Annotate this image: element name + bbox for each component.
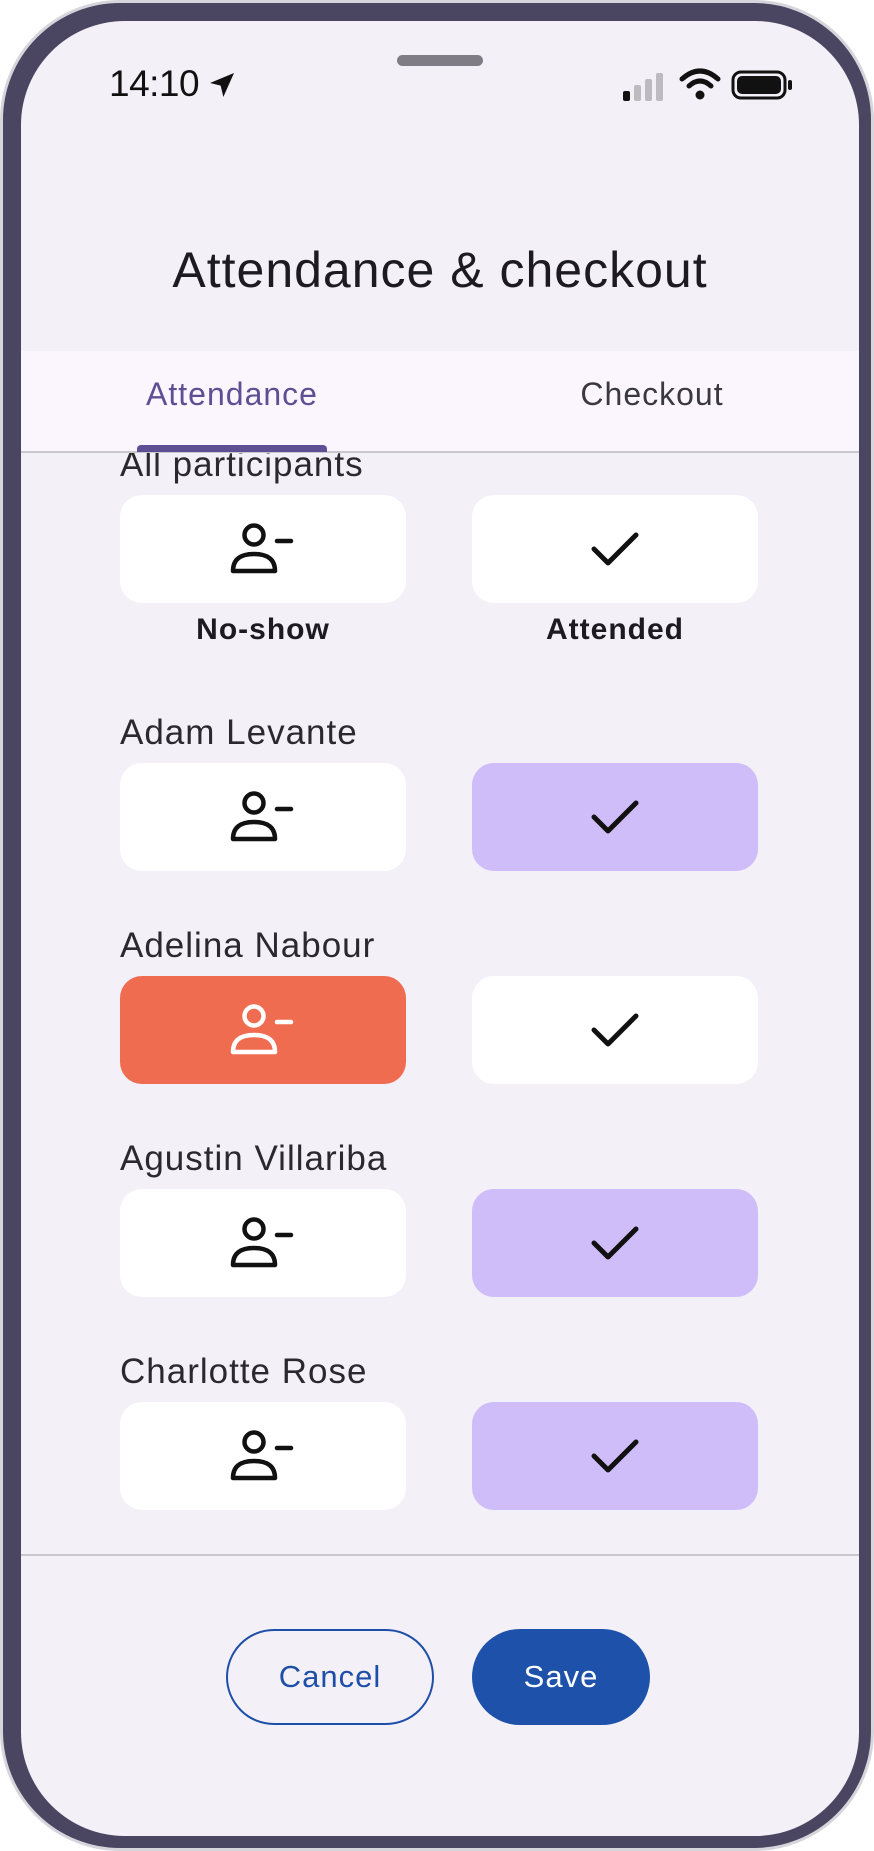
all-attended-button[interactable] xyxy=(472,495,758,603)
attended-caption: Attended xyxy=(546,613,684,646)
no-show-toggle[interactable] xyxy=(120,1189,406,1297)
no-show-caption: No-show xyxy=(196,613,330,646)
person-remove-icon xyxy=(230,1217,294,1268)
cellular-signal-icon xyxy=(623,73,663,101)
person-remove-icon xyxy=(230,1004,294,1055)
no-show-toggle[interactable] xyxy=(120,1402,406,1510)
status-time: 14:10 xyxy=(109,63,200,104)
tab-attendance[interactable]: Attendance xyxy=(137,351,327,451)
screen: 14:10 Attendance & checkout Attendance C… xyxy=(21,21,859,1836)
all-no-show-button[interactable] xyxy=(120,495,406,603)
save-button[interactable]: Save xyxy=(472,1629,650,1725)
phone-frame: 14:10 Attendance & checkout Attendance C… xyxy=(0,0,874,1851)
check-icon xyxy=(591,800,639,834)
check-icon xyxy=(591,1226,639,1260)
wifi-icon xyxy=(679,68,721,100)
participant-name: Agustin Villariba xyxy=(120,1139,388,1178)
check-icon xyxy=(591,1439,639,1473)
person-remove-icon xyxy=(230,791,294,842)
participant-name: Adelina Nabour xyxy=(120,926,376,965)
battery-icon xyxy=(731,70,792,100)
sheet-grabber[interactable] xyxy=(397,55,483,66)
check-icon xyxy=(591,532,639,566)
all-participants-label: All participants xyxy=(120,453,364,484)
no-show-toggle[interactable] xyxy=(120,976,406,1084)
participant-name: Adam Levante xyxy=(120,713,358,752)
no-show-toggle[interactable] xyxy=(120,763,406,871)
tab-bar: Attendance Checkout xyxy=(21,351,859,453)
attended-toggle[interactable] xyxy=(472,763,758,871)
attended-toggle[interactable] xyxy=(472,976,758,1084)
active-tab-indicator xyxy=(137,445,327,452)
dialog-title: Attendance & checkout xyxy=(172,242,708,298)
attendance-list[interactable]: All participants No-show Attended Adam L… xyxy=(21,453,859,1554)
attended-toggle[interactable] xyxy=(472,1189,758,1297)
participant-name: Charlotte Rose xyxy=(120,1352,368,1391)
person-remove-icon xyxy=(230,523,294,574)
cancel-button[interactable]: Cancel xyxy=(226,1629,434,1725)
actions-divider xyxy=(21,1554,859,1556)
person-remove-icon xyxy=(230,1430,294,1481)
location-arrow-icon xyxy=(210,73,234,97)
tab-checkout[interactable]: Checkout xyxy=(567,351,737,451)
check-icon xyxy=(591,1013,639,1047)
attended-toggle[interactable] xyxy=(472,1402,758,1510)
